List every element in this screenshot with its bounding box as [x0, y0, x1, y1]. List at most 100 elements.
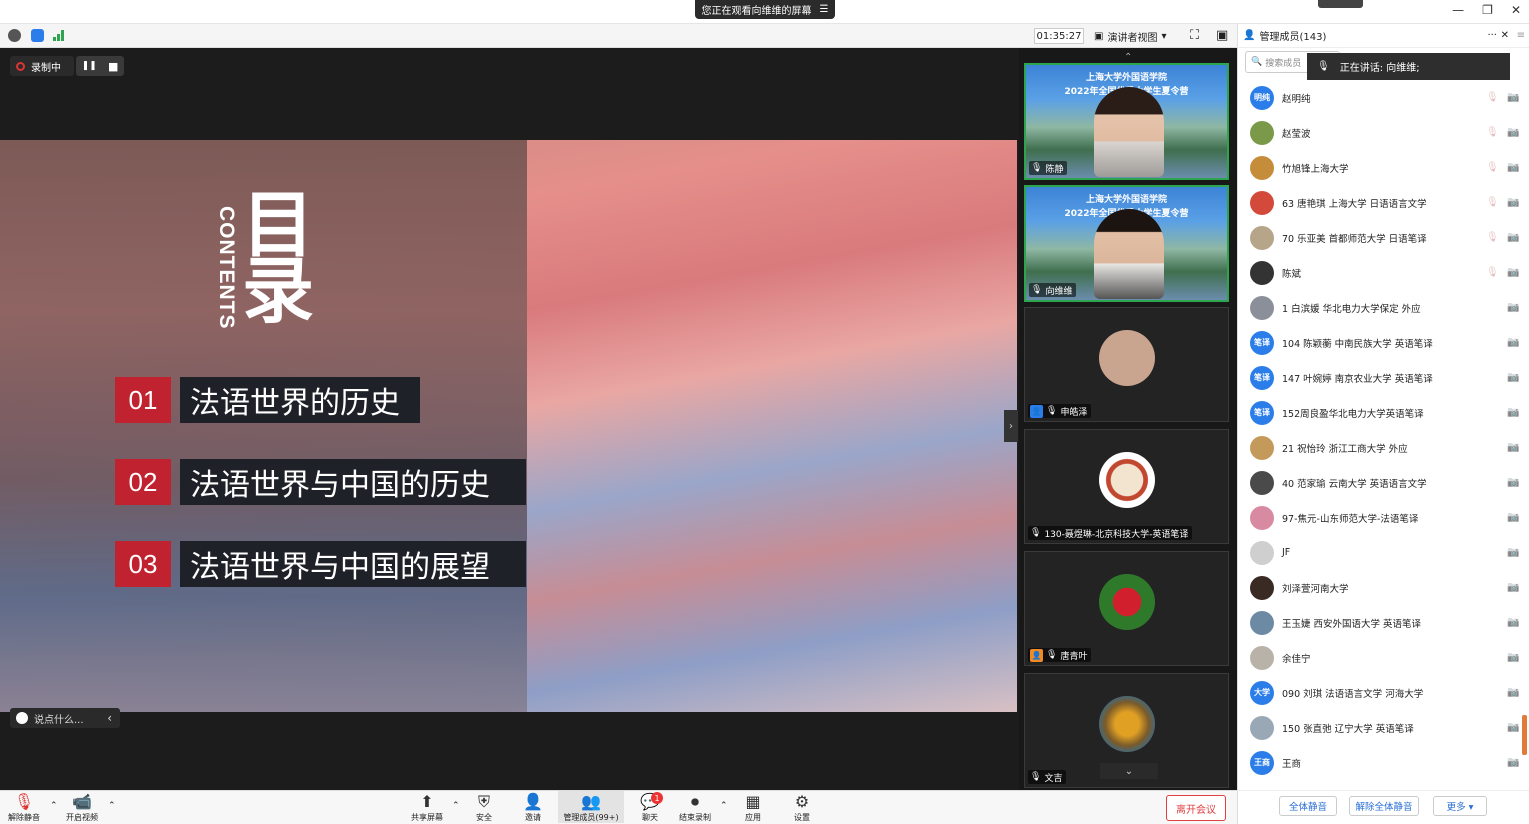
- member-row[interactable]: 王玉婕 西安外国语大学 英语笔译 📷: [1237, 605, 1529, 640]
- chevron-up-icon[interactable]: ⌃: [108, 801, 116, 811]
- member-name: 40 范家瑜 云南大学 英语语言文学: [1282, 478, 1427, 490]
- settings-button[interactable]: ⚙ 设置: [794, 793, 810, 823]
- camera-off-icon[interactable]: 📷: [1507, 652, 1519, 663]
- member-row[interactable]: 赵莹波 🎙 📷: [1237, 115, 1529, 150]
- camera-off-icon[interactable]: 📷: [1507, 442, 1519, 453]
- member-row[interactable]: 97-焦元-山东师范大学-法语笔译 📷: [1237, 500, 1529, 535]
- video-tile[interactable]: 🎙 130-聂煜琳-北京科技大学-英语笔译: [1024, 429, 1229, 544]
- viewing-screen-banner[interactable]: 您正在观看向维维的屏幕 ☰: [695, 0, 835, 19]
- maximize-icon[interactable]: ❐: [1482, 3, 1493, 17]
- camera-off-icon[interactable]: 📷: [1507, 302, 1519, 313]
- member-row[interactable]: 40 范家瑜 云南大学 英语语言文学 📷: [1237, 465, 1529, 500]
- camera-off-icon[interactable]: 📷: [1507, 267, 1519, 278]
- collapse-panel-icon[interactable]: ≡: [1517, 30, 1525, 41]
- strip-scroll-up-icon[interactable]: ⌃: [1124, 52, 1132, 63]
- camera-off-icon[interactable]: 📷: [1507, 582, 1519, 593]
- video-tile[interactable]: 上海大学外国语学院 2022年全国优秀大学生夏令营 7月 🎙陈静: [1024, 63, 1229, 180]
- security-button[interactable]: ⛨ 安全: [476, 793, 492, 823]
- camera-off-icon[interactable]: 📷: [1507, 687, 1519, 698]
- mic-icon: 🎙: [1031, 163, 1043, 173]
- member-row[interactable]: 笔译 104 陈颖蘅 中南民族大学 英语笔译 📷: [1237, 325, 1529, 360]
- member-row[interactable]: 笔译 147 叶婉婷 南京农业大学 英语笔译 📷: [1237, 360, 1529, 395]
- shield-icon[interactable]: [31, 29, 44, 42]
- menu-icon[interactable]: ☰: [820, 4, 829, 15]
- camera-off-icon[interactable]: 📷: [1507, 477, 1519, 488]
- mic-off-icon[interactable]: 🎙: [1486, 162, 1499, 173]
- manage-participants-button[interactable]: 👥 管理成员(99+): [558, 791, 624, 823]
- collapse-chat-icon[interactable]: ‹: [107, 711, 120, 725]
- close-icon[interactable]: ✕: [1511, 3, 1521, 17]
- camera-off-icon[interactable]: 📷: [1507, 337, 1519, 348]
- start-video-button[interactable]: 📹 开启视频: [66, 793, 98, 823]
- chat-placeholder[interactable]: 说点什么...: [34, 711, 101, 726]
- sidebar-toggle-icon[interactable]: ▣: [1216, 28, 1228, 43]
- video-tile[interactable]: 👤 🎙 申皓泽: [1024, 307, 1229, 422]
- more-button[interactable]: 更多 ▾: [1433, 796, 1487, 816]
- emoji-icon[interactable]: [16, 712, 28, 724]
- strip-scroll-down-icon[interactable]: ⌄: [1100, 763, 1158, 779]
- member-avatar: 明纯: [1250, 85, 1274, 110]
- unmute-all-button[interactable]: 解除全体静音: [1349, 796, 1419, 816]
- camera-off-icon[interactable]: 📷: [1507, 92, 1519, 103]
- member-name: 竹旭锋上海大学: [1282, 163, 1349, 175]
- mic-off-icon[interactable]: 🎙: [1486, 232, 1499, 243]
- more-options-icon[interactable]: ···: [1487, 30, 1497, 41]
- member-row[interactable]: 21 祝怡玲 浙江工商大学 外应 📷: [1237, 430, 1529, 465]
- gear-icon: ⚙: [794, 792, 810, 811]
- share-screen-button[interactable]: ⬆ 共享屏幕: [411, 793, 443, 823]
- member-row[interactable]: JF 📷: [1237, 535, 1529, 570]
- member-row[interactable]: 王商 王商 📷: [1237, 745, 1529, 780]
- camera-off-icon[interactable]: 📷: [1507, 162, 1519, 173]
- mute-all-button[interactable]: 全体静音: [1279, 796, 1337, 816]
- mic-off-icon[interactable]: 🎙: [1486, 197, 1499, 208]
- video-tile[interactable]: 上海大学外国语学院 2022年全国优秀大学生夏令营 7月 🎙向维维: [1024, 185, 1229, 302]
- member-row[interactable]: 竹旭锋上海大学 🎙 📷: [1237, 150, 1529, 185]
- chevron-up-icon[interactable]: ⌃: [50, 801, 58, 811]
- video-tile[interactable]: 👤 🎙 唐青叶: [1024, 551, 1229, 666]
- member-row[interactable]: 1 白滨媛 华北电力大学保定 外应 📷: [1237, 290, 1529, 325]
- close-panel-icon[interactable]: ✕: [1501, 30, 1509, 41]
- member-avatar: [1250, 505, 1274, 530]
- meeting-timer: 01:35:27: [1034, 28, 1084, 44]
- apps-button[interactable]: ▦ 应用: [745, 793, 761, 823]
- camera-off-icon[interactable]: 📷: [1507, 197, 1519, 208]
- invite-button[interactable]: 👤 邀请: [523, 793, 543, 823]
- camera-off-icon[interactable]: 📷: [1507, 232, 1519, 243]
- member-row[interactable]: 63 唐艳琪 上海大学 日语语言文学 🎙 📷: [1237, 185, 1529, 220]
- camera-off-icon[interactable]: 📷: [1507, 372, 1519, 383]
- member-row[interactable]: 150 张直弛 辽宁大学 英语笔译 📷: [1237, 710, 1529, 745]
- fullscreen-icon[interactable]: ⛶: [1190, 28, 1199, 43]
- camera-off-icon[interactable]: 📷: [1507, 127, 1519, 138]
- chevron-up-icon[interactable]: ⌃: [452, 801, 460, 811]
- member-name: 1 白滨媛 华北电力大学保定 外应: [1282, 303, 1421, 315]
- pause-icon[interactable]: ❚❚: [82, 61, 97, 71]
- camera-off-icon[interactable]: 📷: [1507, 757, 1519, 768]
- stop-recording-button[interactable]: ⏺ 结束录制: [679, 793, 711, 823]
- toggle-video-strip-button[interactable]: ›: [1004, 410, 1018, 442]
- mic-off-icon[interactable]: 🎙: [1486, 267, 1499, 278]
- member-row[interactable]: 余佳宁 📷: [1237, 640, 1529, 675]
- member-row[interactable]: 70 乐亚美 首都师范大学 日语笔译 🎙 📷: [1237, 220, 1529, 255]
- member-row[interactable]: 明纯 赵明纯 🎙 📷: [1237, 80, 1529, 115]
- member-row[interactable]: 刘泽萱河南大学 📷: [1237, 570, 1529, 605]
- member-row[interactable]: 大学 090 刘琪 法语语言文学 河海大学 📷: [1237, 675, 1529, 710]
- camera-off-icon[interactable]: 📷: [1507, 722, 1519, 733]
- info-icon[interactable]: [8, 29, 21, 42]
- camera-off-icon[interactable]: 📷: [1507, 617, 1519, 628]
- member-row[interactable]: 陈斌 🎙 📷: [1237, 255, 1529, 290]
- leave-meeting-button[interactable]: 离开会议: [1166, 795, 1226, 821]
- stop-icon[interactable]: ■: [108, 60, 118, 73]
- camera-off-icon[interactable]: 📷: [1507, 512, 1519, 523]
- minimize-icon[interactable]: —: [1452, 3, 1464, 17]
- member-list-scrollbar[interactable]: [1522, 715, 1527, 755]
- mic-off-icon[interactable]: 🎙: [1486, 127, 1499, 138]
- camera-off-icon[interactable]: 📷: [1507, 407, 1519, 418]
- unmute-button[interactable]: 🎙 解除静音: [8, 793, 40, 823]
- mic-off-icon[interactable]: 🎙: [1486, 92, 1499, 103]
- member-row[interactable]: 笔译 152周良盈华北电力大学英语笔译 📷: [1237, 395, 1529, 430]
- camera-off-icon[interactable]: 📷: [1507, 547, 1519, 558]
- quick-chat-bar[interactable]: 说点什么... ‹: [10, 708, 120, 728]
- view-mode-select[interactable]: ▣ 演讲者视图 ▾: [1094, 28, 1180, 44]
- chevron-up-icon[interactable]: ⌃: [720, 801, 728, 811]
- signal-bars-icon[interactable]: [53, 30, 65, 41]
